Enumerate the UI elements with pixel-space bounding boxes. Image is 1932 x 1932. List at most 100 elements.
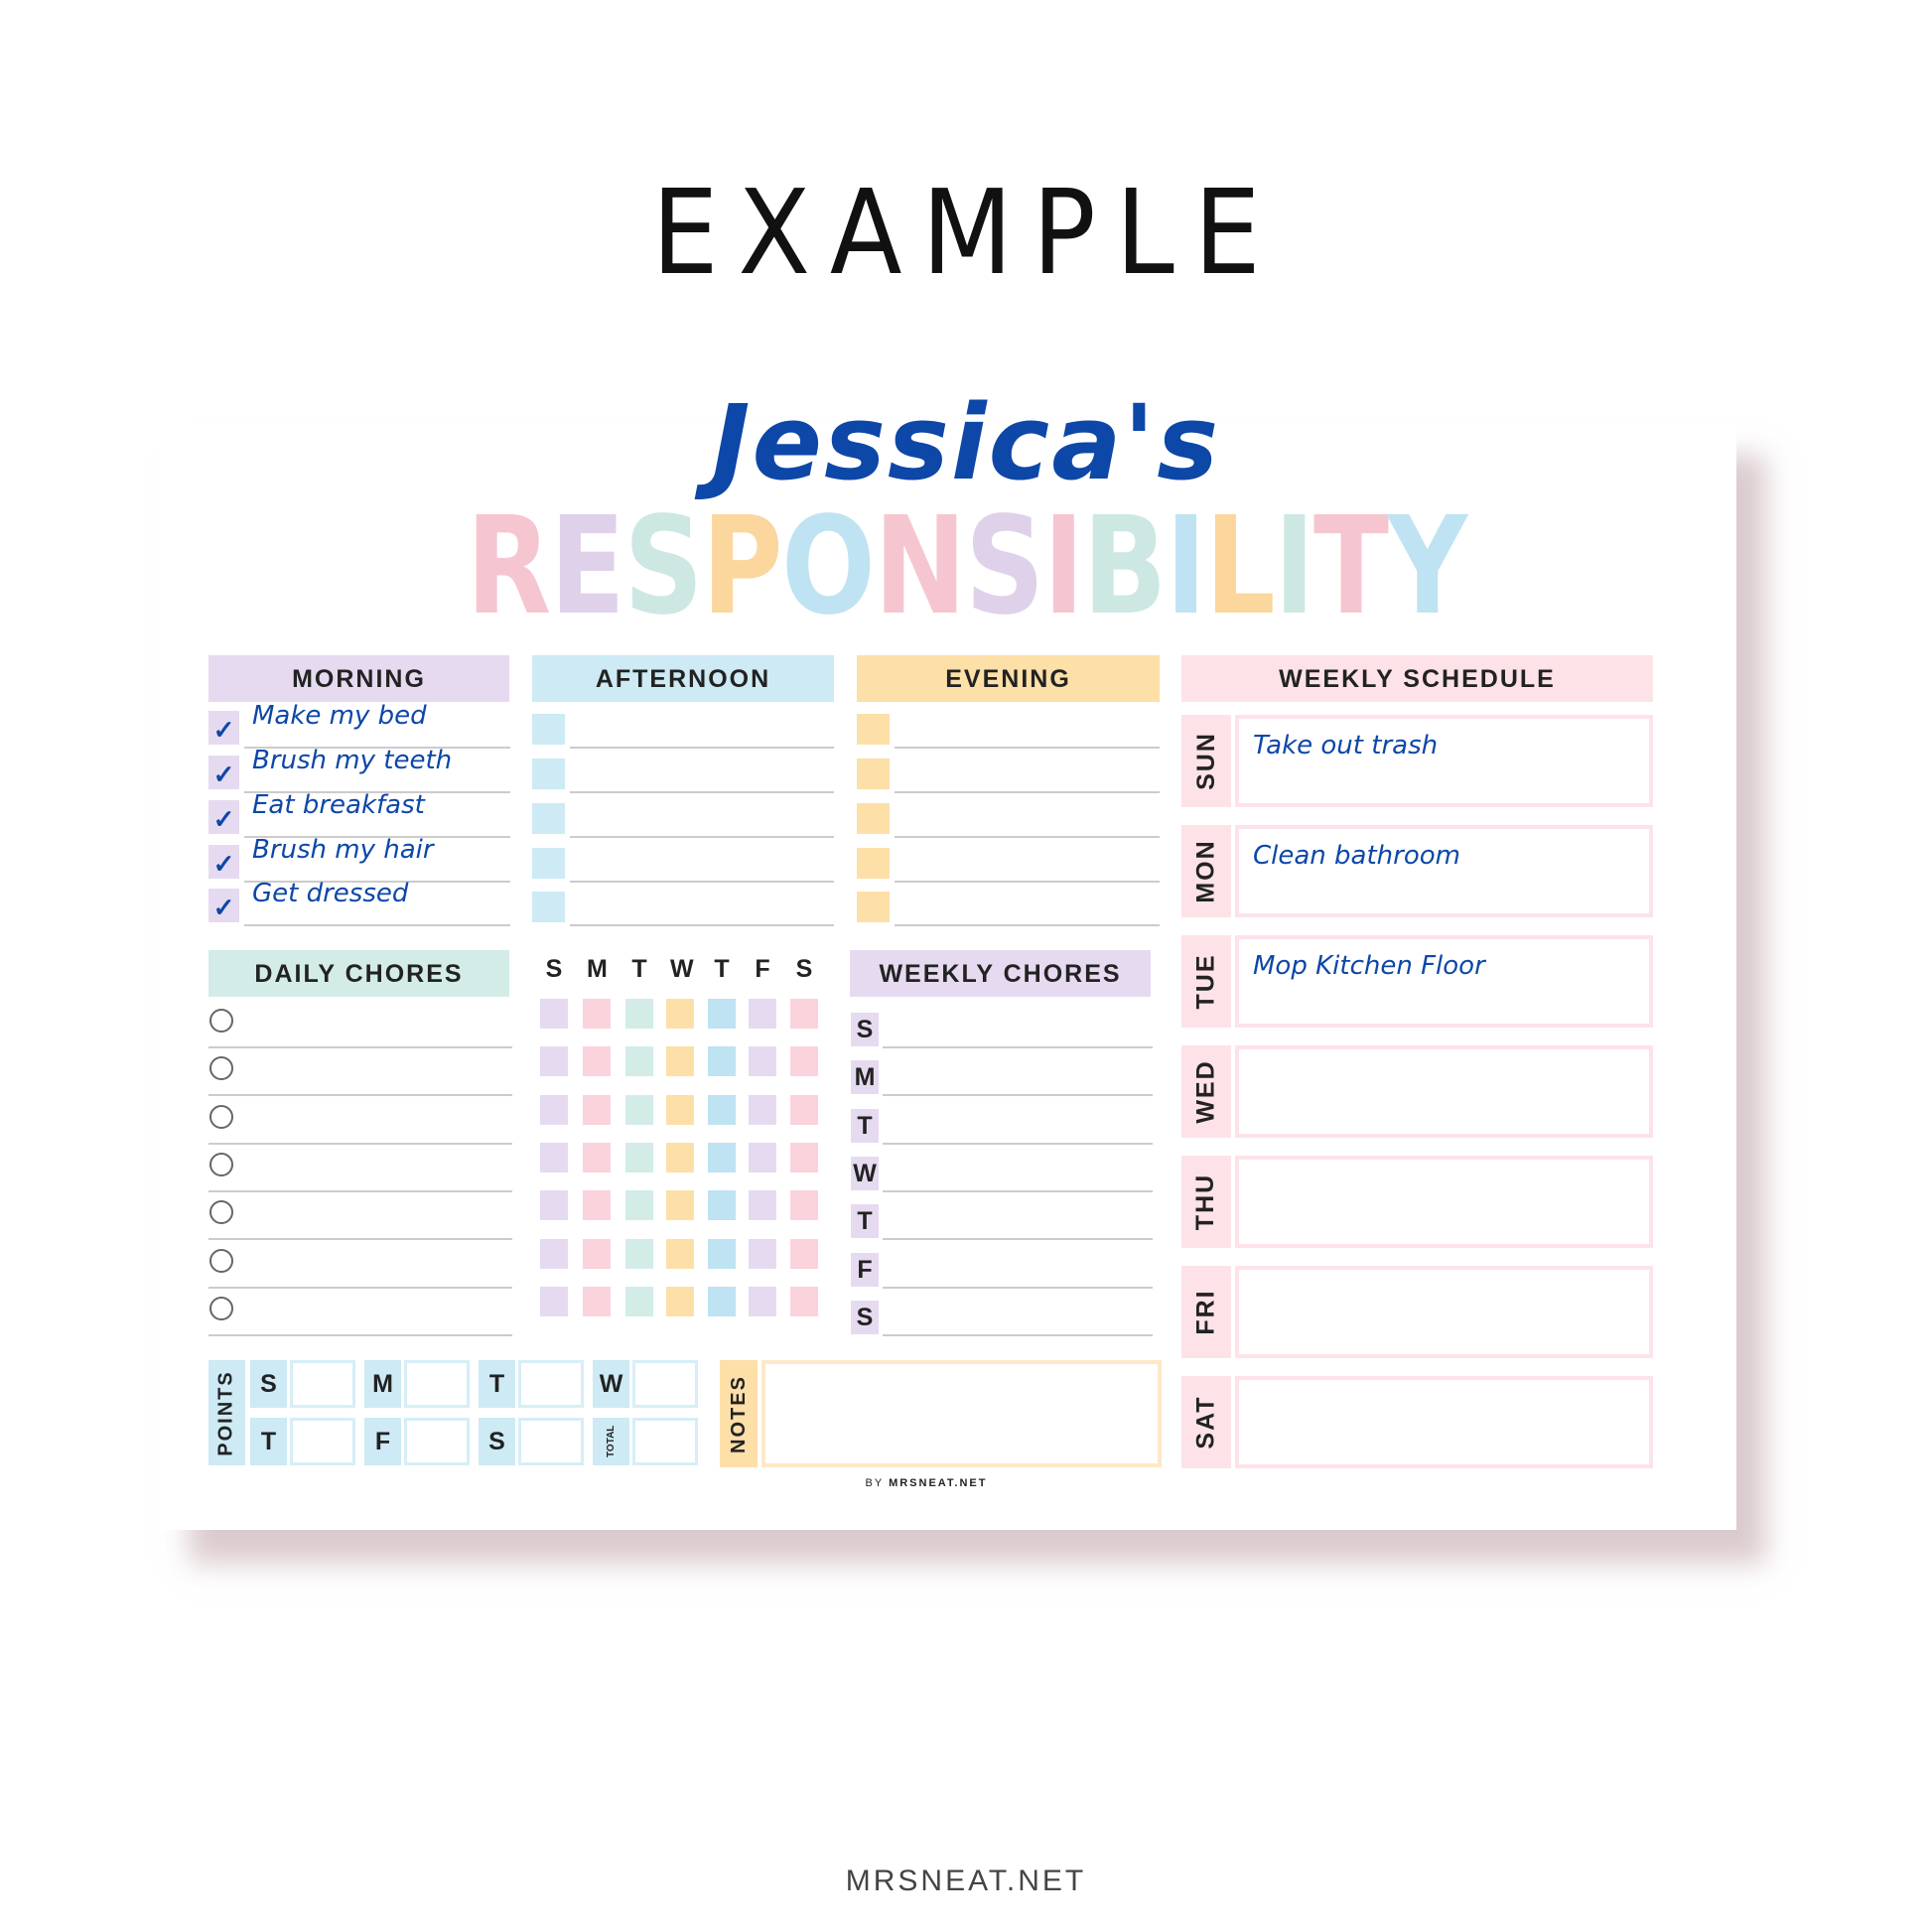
day-checkbox[interactable] (790, 1094, 818, 1125)
day-checkbox[interactable] (625, 1046, 653, 1077)
chore-radio[interactable] (209, 1200, 233, 1225)
points-input[interactable] (404, 1418, 470, 1465)
day-checkbox[interactable] (625, 1190, 653, 1221)
day-task-box[interactable] (1235, 1045, 1653, 1138)
day-checkbox[interactable] (540, 1286, 568, 1316)
day-label: THU (1191, 1173, 1220, 1231)
day-checkbox[interactable] (540, 1238, 568, 1269)
title-letter: O (781, 488, 876, 645)
day-checkbox[interactable] (540, 1046, 568, 1077)
day-checkbox[interactable] (708, 1142, 736, 1173)
day-checkbox[interactable] (790, 1286, 818, 1316)
day-checkbox[interactable] (708, 1046, 736, 1077)
checkbox-checked[interactable]: ✓ (208, 711, 239, 745)
points-input[interactable] (632, 1418, 698, 1465)
points-input[interactable] (632, 1360, 698, 1408)
day-checkbox[interactable] (749, 1286, 776, 1316)
day-checkbox[interactable] (540, 1142, 568, 1173)
row-line (208, 1046, 512, 1048)
points-day-label: M (364, 1360, 401, 1408)
day-checkbox[interactable] (666, 1046, 694, 1077)
day-checkbox[interactable] (583, 999, 611, 1029)
day-checkbox[interactable] (749, 1238, 776, 1269)
notes-label-cell: NOTES (720, 1360, 758, 1467)
chore-radio[interactable] (209, 1152, 233, 1176)
day-checkbox[interactable] (708, 999, 736, 1029)
notes-box[interactable] (761, 1360, 1162, 1467)
chore-radio[interactable] (209, 1248, 233, 1273)
day-checkbox[interactable] (540, 1190, 568, 1221)
day-checkbox[interactable] (708, 1286, 736, 1316)
afternoon-checkbox[interactable] (532, 759, 565, 789)
day-checkbox[interactable] (625, 1238, 653, 1269)
day-task-box[interactable]: Mop Kitchen Floor (1235, 935, 1653, 1028)
checkbox-checked[interactable]: ✓ (208, 800, 239, 834)
day-checkbox[interactable] (625, 1142, 653, 1173)
day-checkbox[interactable] (625, 1094, 653, 1125)
day-checkbox[interactable] (583, 1094, 611, 1125)
evening-checkbox[interactable] (857, 759, 890, 789)
day-task-box[interactable]: Clean bathroom (1235, 825, 1653, 917)
afternoon-checkbox[interactable] (532, 848, 565, 879)
row-line (883, 1189, 1153, 1192)
row-line (883, 1094, 1153, 1097)
day-checkbox[interactable] (790, 1190, 818, 1221)
evening-checkbox[interactable] (857, 848, 890, 879)
day-checkbox[interactable] (790, 1238, 818, 1269)
day-checkbox[interactable] (540, 999, 568, 1029)
day-task-box[interactable] (1235, 1156, 1653, 1248)
points-input[interactable] (290, 1360, 355, 1408)
afternoon-checkbox[interactable] (532, 892, 565, 922)
afternoon-checkbox[interactable] (532, 803, 565, 834)
day-label-cell: TUE (1181, 935, 1231, 1028)
day-checkbox[interactable] (749, 1190, 776, 1221)
day-task-box[interactable] (1235, 1376, 1653, 1468)
day-checkbox[interactable] (708, 1238, 736, 1269)
evening-checkbox[interactable] (857, 803, 890, 834)
checkbox-checked[interactable]: ✓ (208, 845, 239, 879)
day-checkbox[interactable] (583, 1142, 611, 1173)
checkbox-checked[interactable]: ✓ (208, 756, 239, 789)
day-checkbox[interactable] (749, 1094, 776, 1125)
day-checkbox[interactable] (708, 1094, 736, 1125)
day-checkbox[interactable] (666, 1286, 694, 1316)
day-checkbox[interactable] (583, 1286, 611, 1316)
points-input[interactable] (518, 1360, 584, 1408)
points-day-label: T (250, 1418, 287, 1465)
day-checkbox[interactable] (708, 1190, 736, 1221)
day-checkbox[interactable] (540, 1094, 568, 1125)
day-checkbox[interactable] (583, 1238, 611, 1269)
day-checkbox[interactable] (666, 1238, 694, 1269)
day-checkbox[interactable] (749, 999, 776, 1029)
points-input[interactable] (290, 1418, 355, 1465)
day-task-box[interactable] (1235, 1266, 1653, 1358)
day-label: MON (1191, 839, 1220, 903)
evening-checkbox[interactable] (857, 892, 890, 922)
day-checkbox[interactable] (790, 1142, 818, 1173)
day-letter: T (631, 955, 647, 983)
day-checkbox[interactable] (583, 1190, 611, 1221)
chore-radio[interactable] (209, 1104, 233, 1129)
day-task-box[interactable]: Take out trash (1235, 715, 1653, 807)
day-checkbox[interactable] (666, 1094, 694, 1125)
day-checkbox[interactable] (625, 1286, 653, 1316)
chore-radio[interactable] (209, 1009, 233, 1033)
checkbox-checked[interactable]: ✓ (208, 889, 239, 922)
points-input[interactable] (518, 1418, 584, 1465)
points-input[interactable] (404, 1360, 470, 1408)
day-letter: F (755, 955, 770, 983)
day-checkbox[interactable] (790, 1046, 818, 1077)
evening-checkbox[interactable] (857, 714, 890, 745)
day-checkbox[interactable] (790, 999, 818, 1029)
day-checkbox[interactable] (583, 1046, 611, 1077)
day-checkbox[interactable] (666, 1190, 694, 1221)
day-checkbox[interactable] (666, 999, 694, 1029)
day-checkbox[interactable] (749, 1046, 776, 1077)
chore-radio[interactable] (209, 1296, 233, 1320)
day-checkbox[interactable] (749, 1142, 776, 1173)
afternoon-checkbox[interactable] (532, 714, 565, 745)
day-checkbox[interactable] (666, 1142, 694, 1173)
day-checkbox[interactable] (625, 999, 653, 1029)
row-line (570, 924, 834, 926)
points-day-label: T (479, 1360, 515, 1408)
